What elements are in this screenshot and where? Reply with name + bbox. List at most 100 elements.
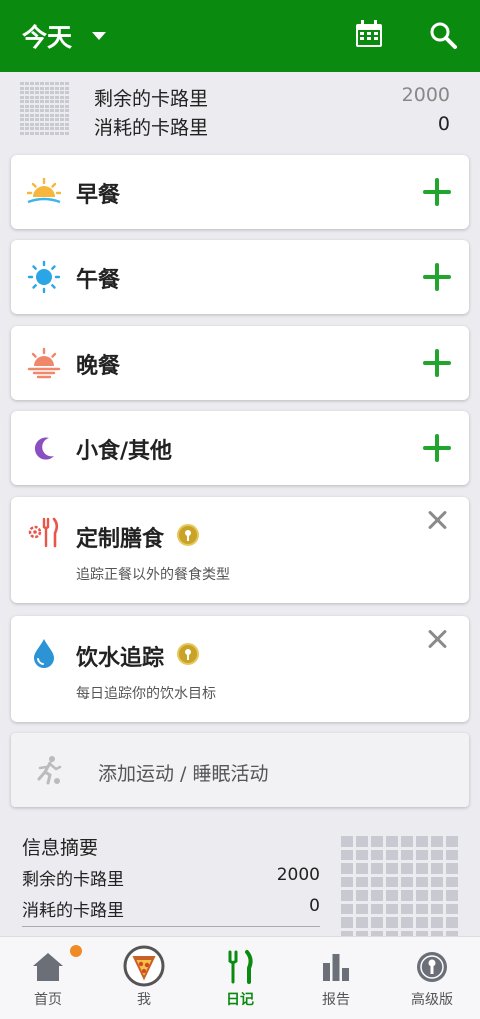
nav-home[interactable]: 首页 (0, 937, 96, 1019)
placeholder-cell (30, 95, 34, 99)
chevron-down-icon[interactable] (92, 32, 106, 40)
placeholder-cell (401, 903, 413, 914)
placeholder-cell (50, 100, 54, 103)
placeholder-cell (40, 91, 44, 94)
calendar-icon[interactable] (354, 19, 384, 49)
placeholder-cell (50, 91, 54, 94)
add-breakfast-button[interactable] (423, 178, 451, 206)
placeholder-cell (431, 890, 443, 901)
placeholder-cell (341, 876, 353, 887)
placeholder-cell (40, 86, 44, 90)
placeholder-cell (65, 109, 69, 112)
placeholder-cell (386, 917, 398, 928)
search-icon[interactable] (428, 20, 458, 50)
placeholder-cell (356, 863, 368, 874)
placeholder-cell (356, 836, 368, 847)
add-dinner-button[interactable] (423, 349, 451, 377)
placeholder-cell (25, 95, 29, 99)
placeholder-cell (35, 113, 39, 117)
placeholder-cell (55, 122, 59, 126)
placeholder-cell (60, 82, 64, 85)
placeholder-cell (431, 836, 443, 847)
placeholder-cell (20, 118, 24, 121)
dismiss-water-tracker-button[interactable] (427, 629, 447, 649)
placeholder-cell (25, 100, 29, 103)
placeholder-cell (401, 836, 413, 847)
placeholder-cell (446, 863, 458, 874)
placeholder-cell (356, 890, 368, 901)
nav-me[interactable]: 我 (96, 937, 192, 1019)
placeholder-cell (45, 100, 49, 103)
custom-meals-title: 定制膳食 (76, 527, 165, 552)
placeholder-cell (45, 127, 49, 130)
dismiss-custom-meals-button[interactable] (427, 510, 447, 530)
placeholder-cell (20, 113, 24, 117)
meal-label: 早餐 (76, 183, 121, 208)
placeholder-cell (60, 104, 64, 108)
placeholder-cell (20, 86, 24, 90)
placeholder-cell (65, 95, 69, 99)
water-tracker-card[interactable]: 饮水追踪 每日追踪你的饮水目标 (11, 616, 469, 722)
meal-label: 小食/其他 (76, 439, 173, 464)
placeholder-cell (35, 100, 39, 103)
water-tracker-subtitle: 每日追踪你的饮水目标 (76, 686, 216, 702)
placeholder-cell (25, 131, 29, 135)
moon-icon (34, 437, 54, 460)
placeholder-cell (65, 104, 69, 108)
placeholder-cell (446, 890, 458, 901)
nav-diary[interactable]: 日记 (192, 937, 288, 1019)
placeholder-cell (60, 91, 64, 94)
nav-premium[interactable]: 高级版 (384, 937, 480, 1019)
placeholder-cell (30, 86, 34, 90)
placeholder-cell (386, 876, 398, 887)
date-selector[interactable]: 今天 (22, 18, 72, 54)
placeholder-cell (386, 890, 398, 901)
info-summary: 信息摘要 剩余的卡路里 2000 消耗的卡路里 0 (0, 820, 480, 955)
custom-meals-card[interactable]: 定制膳食 追踪正餐以外的餐食类型 (11, 497, 469, 603)
meal-card-breakfast[interactable]: 早餐 (11, 155, 469, 229)
placeholder-cell (30, 82, 34, 85)
placeholder-cell (45, 113, 49, 117)
meal-card-lunch[interactable]: 午餐 (11, 240, 469, 314)
placeholder-cell (20, 104, 24, 108)
placeholder-cell (55, 86, 59, 90)
placeholder-cell (50, 82, 54, 85)
placeholder-cell (65, 118, 69, 121)
placeholder-cell (341, 849, 353, 860)
placeholder-cell (50, 109, 54, 112)
placeholder-cell (40, 122, 44, 126)
app-bar: 今天 (0, 0, 480, 72)
meal-card-dinner[interactable]: 晚餐 (11, 326, 469, 400)
nav-label: 高级版 (411, 992, 453, 1008)
placeholder-cell (416, 903, 428, 914)
placeholder-cell (341, 917, 353, 928)
placeholder-cell (55, 100, 59, 103)
nav-reports[interactable]: 报告 (288, 937, 384, 1019)
add-snack-button[interactable] (423, 434, 451, 462)
placeholder-cell (35, 86, 39, 90)
placeholder-cell (35, 91, 39, 94)
placeholder-cell (416, 836, 428, 847)
placeholder-cell (35, 127, 39, 130)
placeholder-cell (35, 104, 39, 108)
placeholder-cell (35, 82, 39, 85)
placeholder-cell (45, 86, 49, 90)
placeholder-cell (65, 91, 69, 94)
placeholder-cell (30, 127, 34, 130)
add-exercise-button[interactable]: 添加运动 / 睡眠活动 (11, 733, 469, 807)
placeholder-cell (25, 113, 29, 117)
placeholder-cell (401, 917, 413, 928)
consumed-calories-value: 0 (309, 896, 320, 916)
home-icon (33, 953, 63, 981)
info-summary-title: 信息摘要 (22, 837, 99, 859)
placeholder-cell (45, 109, 49, 112)
premium-badge-icon (177, 524, 199, 546)
placeholder-cell (30, 113, 34, 117)
meal-card-snacks[interactable]: 小食/其他 (11, 411, 469, 485)
placeholder-cell (416, 890, 428, 901)
placeholder-cell (431, 863, 443, 874)
add-lunch-button[interactable] (423, 263, 451, 291)
placeholder-cell (50, 113, 54, 117)
placeholder-cell (60, 118, 64, 121)
running-icon (37, 756, 62, 785)
